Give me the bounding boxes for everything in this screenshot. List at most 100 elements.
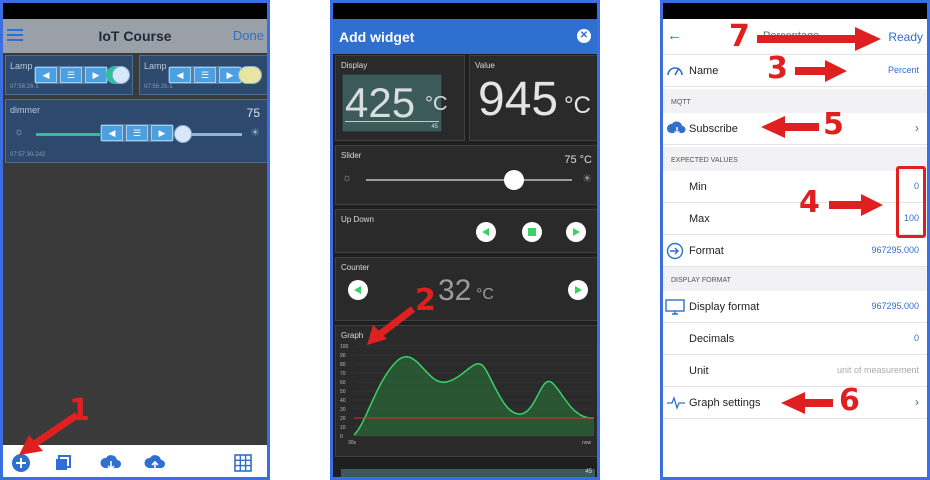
lamp-controls: ◀ ☰ ▶ — [168, 66, 242, 84]
row-value: 967295.000 — [871, 245, 919, 255]
annotation-arrow — [761, 116, 819, 138]
graph-y-tick: 40 — [340, 398, 346, 404]
graph-x-start: 30s — [348, 440, 357, 446]
grid-icon[interactable] — [233, 453, 253, 472]
row-value: 967295.000 — [871, 301, 919, 311]
widget-label: Counter — [341, 263, 370, 272]
annotation-number: 4 — [799, 185, 820, 220]
menu-lines-icon[interactable]: ☰ — [126, 125, 148, 141]
graph-y-tick: 90 — [340, 353, 346, 359]
counter-value: 32 — [438, 274, 472, 307]
sun-low-icon: ☼ — [342, 172, 353, 184]
display-small: 45 — [585, 469, 592, 475]
chevron-right-icon: › — [915, 121, 919, 135]
annotation-arrow — [19, 412, 79, 455]
nav-bar: Add widget ✕ — [333, 19, 597, 54]
section-title: DISPLAY FORMAT — [671, 277, 731, 284]
left-arrow-icon[interactable] — [348, 280, 368, 300]
menu-lines-icon[interactable]: ☰ — [194, 67, 216, 83]
page-title: IoT Course — [98, 28, 172, 44]
graph-y-tick: 100 — [340, 344, 349, 350]
stop-icon[interactable] — [522, 222, 542, 242]
dimmer-timestamp: 07:57:30-242 — [10, 152, 46, 158]
display-widget-option[interactable]: Display 425 °C 45 — [335, 55, 465, 141]
right-arrow-icon[interactable] — [566, 222, 586, 242]
lamp-toggle[interactable] — [106, 66, 130, 84]
decimals-row[interactable]: Decimals 0 — [663, 323, 927, 355]
graph-y-tick: 70 — [340, 371, 346, 377]
widget-settings-screen: ← Percentage Ready Name Percent MQTT Sub… — [660, 0, 930, 480]
dimmer-value: 75 — [246, 106, 260, 120]
dimmer-card[interactable]: dimmer 75 ☼ ◀ ☰ ▶ ☀ 07:57:30-242 — [5, 99, 267, 163]
chevron-right-icon: › — [915, 395, 919, 409]
value-widget-option[interactable]: Value 945 °C — [469, 55, 597, 141]
sun-low-icon: ☼ — [14, 126, 25, 138]
sun-high-icon: ☀ — [250, 127, 260, 139]
row-label: Unit — [689, 365, 709, 377]
annotation-number: 2 — [415, 283, 436, 318]
display-unit: °C — [425, 93, 448, 115]
row-value: 0 — [913, 333, 919, 343]
status-bar — [333, 3, 597, 19]
status-bar — [3, 3, 267, 19]
format-row[interactable]: Format 967295.000 — [663, 235, 927, 267]
close-icon[interactable]: ✕ — [577, 29, 591, 43]
section-header: EXPECTED VALUES — [663, 147, 927, 171]
widget-label: Graph — [341, 331, 364, 340]
section-title: MQTT — [671, 99, 691, 106]
annotation-number: 6 — [839, 383, 860, 418]
right-arrow-icon[interactable]: ▶ — [85, 67, 107, 83]
left-arrow-icon[interactable] — [476, 222, 496, 242]
row-label: Name — [689, 65, 719, 77]
lamp-timestamp: 07:56:26-1 — [144, 84, 173, 90]
widget-label: Slider — [341, 151, 362, 160]
value-unit: °C — [564, 92, 591, 119]
display-format-row[interactable]: Display format 967295.000 — [663, 291, 927, 323]
graph-y-tick: 0 — [340, 434, 343, 440]
lamp-label: Lamp — [10, 61, 33, 71]
cloud-upload-icon[interactable] — [143, 453, 167, 471]
right-arrow-icon[interactable]: ▶ — [151, 125, 173, 141]
arrow-in-circle-icon — [666, 242, 684, 265]
min-row[interactable]: Min 0 — [663, 171, 927, 203]
row-value: Percent — [887, 65, 919, 75]
annotation-arrow — [795, 60, 847, 82]
annotation-arrow — [829, 194, 883, 216]
back-arrow-icon[interactable]: ← — [667, 27, 682, 44]
done-button[interactable]: Done — [233, 28, 264, 43]
lamp-card[interactable]: Lamp ◀ ☰ ▶ 07:56:26-1 — [139, 55, 267, 95]
lamp-timestamp: 07:56:26-1 — [10, 84, 39, 90]
widget-label: Up Down — [341, 215, 374, 224]
lamp-label: Lamp — [144, 61, 167, 71]
left-arrow-icon[interactable]: ◀ — [101, 125, 123, 141]
right-arrow-icon[interactable] — [568, 280, 588, 300]
cloud-download-icon[interactable] — [99, 453, 123, 471]
slider-knob[interactable] — [504, 170, 524, 190]
max-row[interactable]: Max 100 — [663, 203, 927, 235]
menu-lines-icon[interactable]: ☰ — [60, 67, 82, 83]
row-label: Display format — [689, 301, 760, 313]
slider-widget-option[interactable]: Slider 75 °C ☼ ☀ — [335, 145, 597, 205]
lamp-card[interactable]: Lamp ◀ ☰ ▶ 07:56:26-1 — [5, 55, 133, 95]
unit-row[interactable]: Unit unit of measurement — [663, 355, 927, 387]
dimmer-label: dimmer — [10, 105, 41, 115]
row-label: Decimals — [689, 333, 735, 345]
lamp-toggle[interactable] — [238, 66, 262, 84]
gauge-icon — [666, 62, 684, 83]
section-title: EXPECTED VALUES — [671, 157, 738, 164]
display-small: 45 — [431, 124, 438, 130]
annotation-arrow — [781, 392, 833, 414]
annotation-number: 7 — [729, 19, 750, 54]
value-number: 945 — [478, 73, 559, 126]
updown-widget-option[interactable]: Up Down — [335, 209, 597, 253]
dimmer-controls: ◀ ☰ ▶ — [100, 124, 174, 142]
left-arrow-icon[interactable]: ◀ — [169, 67, 191, 83]
unit-input[interactable]: unit of measurement — [837, 365, 919, 375]
lamp-controls: ◀ ☰ ▶ — [34, 66, 108, 84]
dimmer-knob[interactable] — [174, 125, 192, 143]
pulse-icon — [666, 396, 686, 415]
row-label: Format — [689, 245, 724, 257]
left-arrow-icon[interactable]: ◀ — [35, 67, 57, 83]
ready-button[interactable]: Ready — [888, 30, 923, 44]
graph-y-tick: 80 — [340, 362, 346, 368]
